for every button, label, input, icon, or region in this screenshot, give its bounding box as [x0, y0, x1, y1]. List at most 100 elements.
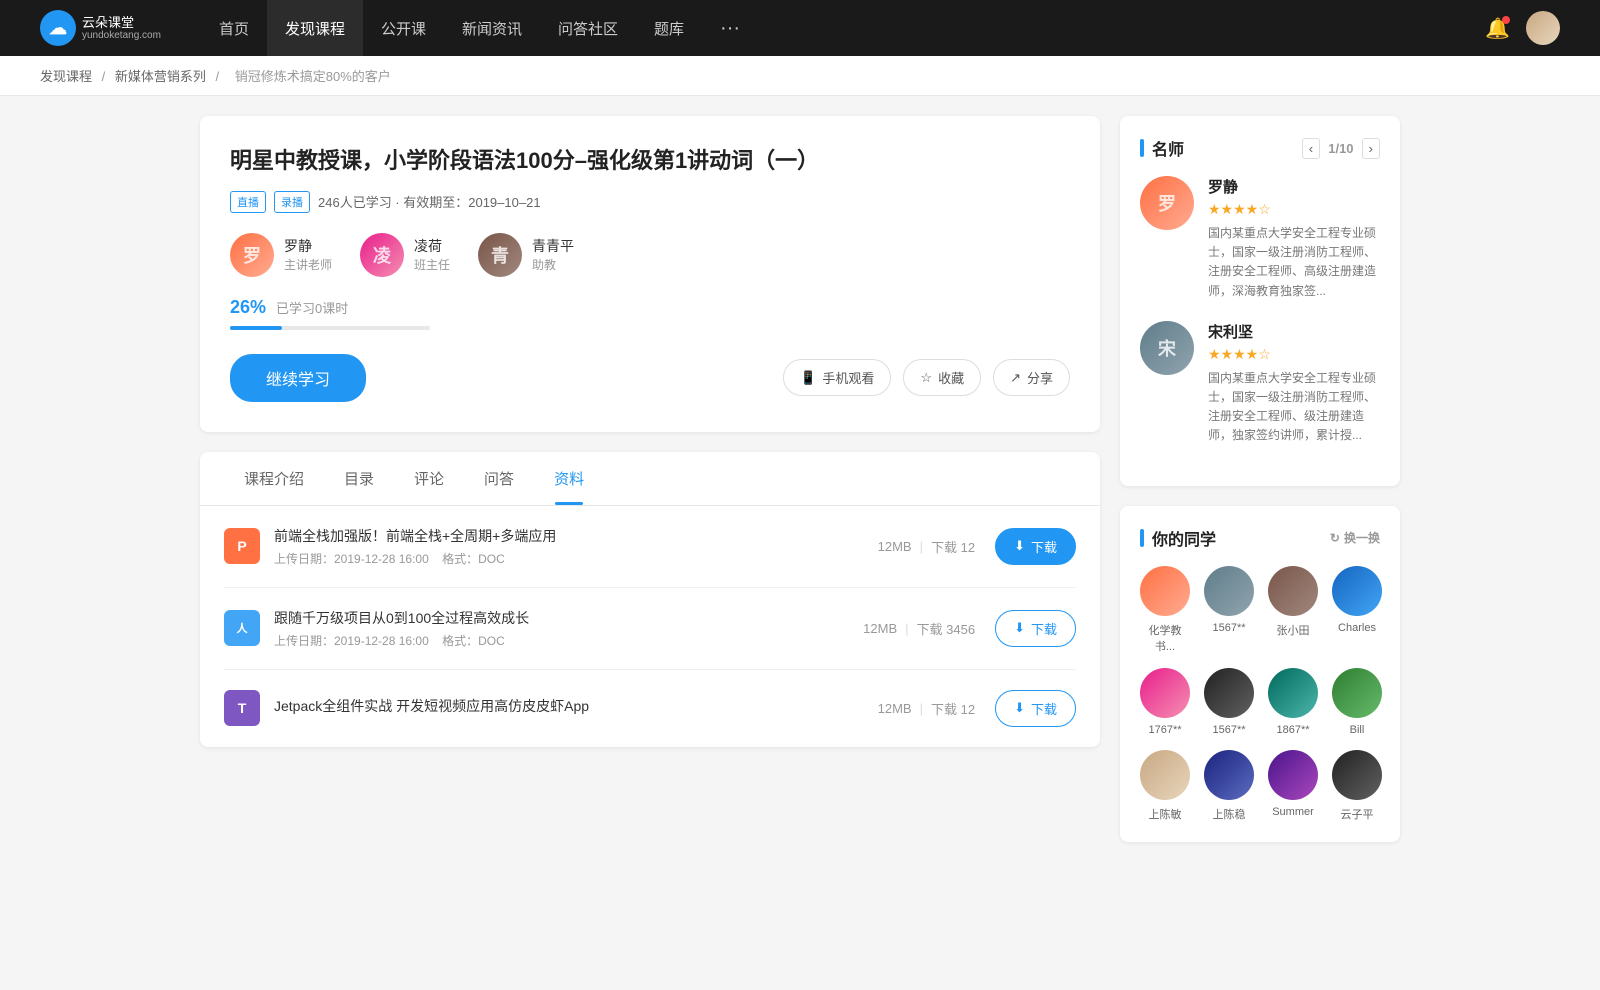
teacher-info-1: 宋利坚 ★★★★☆ 国内某重点大学安全工程专业硕士，国家一级注册消防工程师、注册… [1208, 321, 1380, 446]
collect-label: 收藏 [938, 368, 964, 387]
tab-qa[interactable]: 问答 [464, 452, 534, 505]
tab-comment[interactable]: 评论 [394, 452, 464, 505]
main-layout: 明星中教授课，小学阶段语法100分–强化级第1讲动词（一） 直播 录播 246人… [180, 116, 1420, 862]
resource-list: P 前端全栈加强版！前端全栈+全周期+多端应用 上传日期：2019-12-28 … [200, 506, 1100, 747]
classmates-title-bar [1140, 529, 1144, 547]
instructor-face-1: 凌 [360, 233, 404, 277]
teacher-avatar-0: 罗 [1140, 176, 1194, 230]
classmates-title: 你的同学 [1152, 526, 1216, 550]
tab-intro[interactable]: 课程介绍 [224, 452, 324, 505]
breadcrumb-series[interactable]: 新媒体营销系列 [115, 69, 206, 84]
res-meta-1: 上传日期：2019-12-28 16:00 格式：DOC [274, 632, 863, 649]
res-size-0: 12MB [878, 539, 912, 554]
navbar: ☁ 云朵课堂 yundoketang.com 首页 发现课程 公开课 新闻资讯 … [0, 0, 1600, 56]
nav-news[interactable]: 新闻资讯 [444, 0, 540, 56]
res-icon-0: P [224, 528, 260, 564]
classmate-3: Charles [1332, 566, 1382, 654]
nav-home[interactable]: 首页 [201, 0, 267, 56]
continue-button[interactable]: 继续学习 [230, 354, 366, 402]
classmate-name-10: Summer [1272, 806, 1314, 818]
classmate-avatar-2 [1268, 566, 1318, 616]
refresh-icon: ↻ [1330, 531, 1340, 545]
download-btn-0[interactable]: ⬇ 下载 [995, 528, 1076, 565]
nav-qa[interactable]: 问答社区 [540, 0, 636, 56]
classmate-2: 张小田 [1268, 566, 1318, 654]
logo-name: 云朵课堂 [82, 15, 161, 31]
classmate-avatar-8 [1140, 750, 1190, 800]
classmate-name-8: 上陈敏 [1149, 806, 1182, 822]
nav-more[interactable]: ··· [702, 0, 758, 56]
instructor-avatar-1: 凌 [360, 233, 404, 277]
res-divider-2: | [920, 701, 923, 716]
collect-button[interactable]: ☆ 收藏 [903, 359, 981, 396]
nav-open[interactable]: 公开课 [363, 0, 444, 56]
progress-bar-bg [230, 326, 430, 330]
classmate-0: 化学教书... [1140, 566, 1190, 654]
res-divider-1: | [905, 621, 908, 636]
res-icon-2: T [224, 690, 260, 726]
classmate-name-2: 张小田 [1277, 622, 1310, 638]
classmate-name-1: 1567** [1212, 622, 1245, 634]
progress-section: 26% 已学习0课时 [230, 297, 1070, 330]
res-date-1: 上传日期：2019-12-28 16:00 [274, 634, 429, 648]
progress-bar-fill [230, 326, 282, 330]
teacher-stars-1: ★★★★☆ [1208, 346, 1380, 363]
resource-item-1: 人 跟随千万级项目从0到100全过程高效成长 上传日期：2019-12-28 1… [224, 588, 1076, 670]
classmate-11: 云子平 [1332, 750, 1382, 822]
classmate-1: 1567** [1204, 566, 1254, 654]
refresh-button[interactable]: ↻ 换一换 [1330, 529, 1380, 546]
res-size-2: 12MB [878, 701, 912, 716]
mobile-watch-button[interactable]: 📱 手机观看 [783, 359, 891, 396]
tab-resource[interactable]: 资料 [534, 452, 604, 505]
bell-icon[interactable]: 🔔 [1485, 16, 1510, 41]
classmate-10: Summer [1268, 750, 1318, 822]
teacher-stars-0: ★★★★☆ [1208, 201, 1380, 218]
classmate-avatar-7 [1332, 668, 1382, 718]
res-size-1: 12MB [863, 621, 897, 636]
classmate-avatar-5 [1204, 668, 1254, 718]
nav-right: 🔔 [1485, 11, 1560, 45]
progress-pct: 26% [230, 297, 266, 318]
classmate-5: 1567** [1204, 668, 1254, 736]
mobile-watch-label: 手机观看 [822, 368, 874, 387]
breadcrumb-sep1: / [102, 69, 109, 84]
user-avatar-nav[interactable] [1526, 11, 1560, 45]
classmate-6: 1867** [1268, 668, 1318, 736]
instructor-role-2: 助教 [532, 256, 574, 273]
title-bar-accent [1140, 139, 1144, 157]
action-btns: 📱 手机观看 ☆ 收藏 ↗ 分享 [783, 359, 1070, 396]
logo[interactable]: ☁ 云朵课堂 yundoketang.com [40, 10, 161, 46]
teacher-prev-btn[interactable]: ‹ [1302, 138, 1320, 159]
instructor-face-0: 罗 [230, 233, 274, 277]
classmate-7: Bill [1332, 668, 1382, 736]
sidebar: 名师 ‹ 1/10 › 罗 罗静 ★★★★☆ 国内某重点大学安全工程专业硕士， [1120, 116, 1400, 862]
nav-discover[interactable]: 发现课程 [267, 0, 363, 56]
instructor-1: 凌 凌荷 班主任 [360, 233, 450, 277]
classmate-4: 1767** [1140, 668, 1190, 736]
breadcrumb-discover[interactable]: 发现课程 [40, 69, 92, 84]
teacher-next-btn[interactable]: › [1362, 138, 1380, 159]
classmate-avatar-10 [1268, 750, 1318, 800]
teacher-nav: ‹ 1/10 › [1302, 138, 1380, 159]
tag-live: 直播 [230, 191, 266, 213]
download-icon-2: ⬇ [1014, 700, 1025, 716]
res-info-2: Jetpack全组件实战 开发短视频应用高仿皮皮虾App [274, 696, 878, 720]
teacher-info-0: 罗静 ★★★★☆ 国内某重点大学安全工程专业硕士，国家一级注册消防工程师、注册安… [1208, 176, 1380, 301]
teacher-face-1: 宋 [1140, 321, 1194, 375]
share-button[interactable]: ↗ 分享 [993, 359, 1070, 396]
instructor-info-1: 凌荷 班主任 [414, 236, 450, 273]
res-downloads-2: 下载 12 [931, 699, 975, 718]
classmates-header: 你的同学 ↻ 换一换 [1140, 526, 1380, 550]
nav-bank[interactable]: 题库 [636, 0, 702, 56]
instructor-role-1: 班主任 [414, 256, 450, 273]
classmates-panel: 你的同学 ↻ 换一换 化学教书... 1567** 张小田 [1120, 506, 1400, 842]
nav-items: 首页 发现课程 公开课 新闻资讯 问答社区 题库 ··· [201, 0, 1485, 56]
classmate-name-6: 1867** [1276, 724, 1309, 736]
tab-catalog[interactable]: 目录 [324, 452, 394, 505]
teacher-item-0: 罗 罗静 ★★★★☆ 国内某重点大学安全工程专业硕士，国家一级注册消防工程师、注… [1140, 176, 1380, 301]
resource-item-0: P 前端全栈加强版！前端全栈+全周期+多端应用 上传日期：2019-12-28 … [224, 506, 1076, 588]
instructor-face-2: 青 [478, 233, 522, 277]
download-btn-2[interactable]: ⬇ 下载 [995, 690, 1076, 727]
refresh-label: 换一换 [1344, 529, 1380, 546]
download-btn-1[interactable]: ⬇ 下载 [995, 610, 1076, 647]
